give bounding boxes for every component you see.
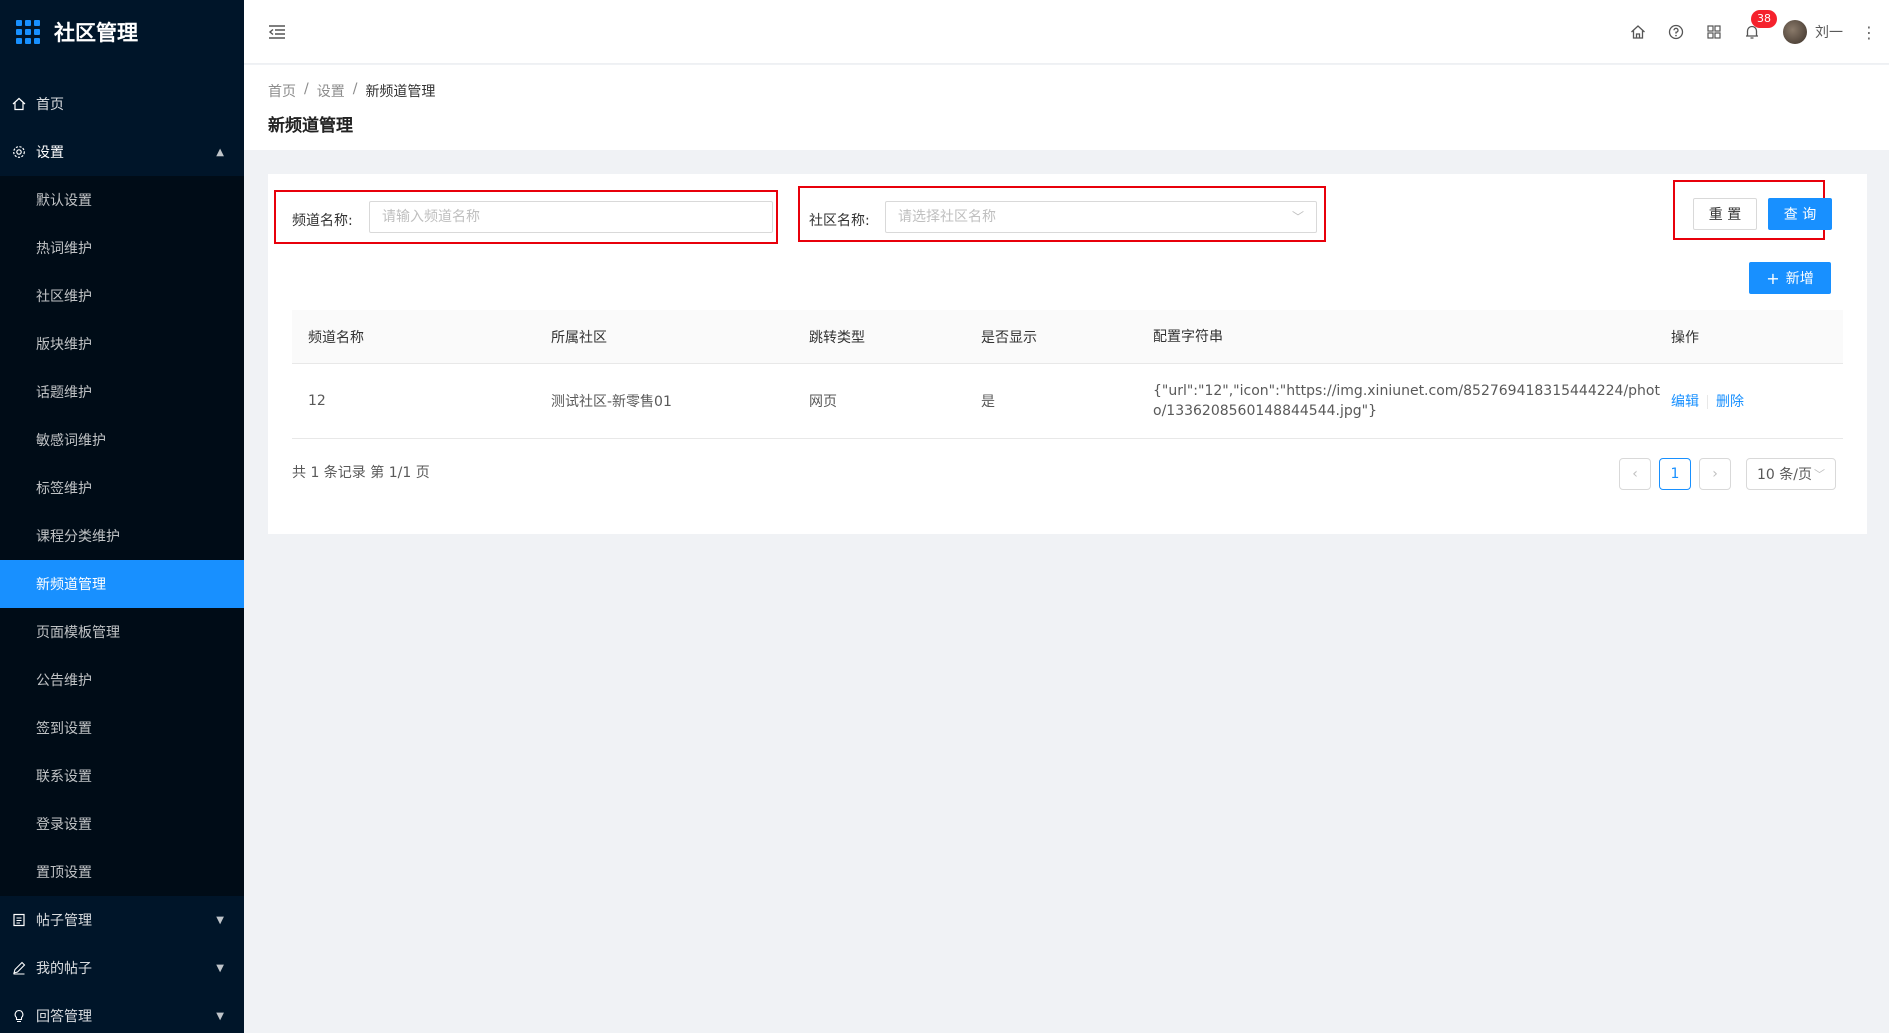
chevron-down-icon: ﹀ bbox=[1291, 210, 1304, 224]
sidebar-item-posts[interactable]: 帖子管理 ▼ bbox=[0, 896, 244, 944]
sidebar-item-community[interactable]: 社区维护 bbox=[0, 272, 244, 320]
community-select-placeholder: 请选择社区名称 bbox=[898, 209, 996, 225]
community-name-label: 社区名称: bbox=[809, 213, 870, 229]
pen-icon bbox=[12, 961, 26, 975]
cell-config: {"url":"12","icon":"https://img.xiniunet… bbox=[1153, 383, 1660, 419]
apps-grid-icon bbox=[16, 20, 40, 44]
gear-icon bbox=[12, 145, 26, 159]
chevron-down-icon: ﹀ bbox=[1813, 468, 1825, 481]
sidebar-item-settings[interactable]: 设置 ▲ bbox=[0, 128, 244, 176]
home-icon[interactable] bbox=[1619, 0, 1657, 64]
apps-icon[interactable] bbox=[1695, 0, 1733, 64]
column-header: 跳转类型 bbox=[809, 329, 865, 346]
home-icon bbox=[12, 97, 26, 111]
chevron-up-icon: ▲ bbox=[216, 146, 224, 158]
sidebar-item-course-category[interactable]: 课程分类维护 bbox=[0, 512, 244, 560]
bulb-icon bbox=[12, 1009, 26, 1023]
sidebar-item-section[interactable]: 版块维护 bbox=[0, 320, 244, 368]
sidebar-item-home[interactable]: 首页 bbox=[0, 80, 244, 128]
document-icon bbox=[12, 913, 26, 927]
breadcrumb-separator: / bbox=[352, 81, 358, 97]
sidebar-item-answers[interactable]: 回答管理 ▼ bbox=[0, 992, 244, 1033]
reset-button[interactable]: 重 置 bbox=[1693, 198, 1757, 230]
sidebar-item-sensitive-words[interactable]: 敏感词维护 bbox=[0, 416, 244, 464]
breadcrumb-current: 新频道管理 bbox=[365, 84, 436, 100]
page-title: 新频道管理 bbox=[268, 116, 353, 136]
table-row: 12 测试社区-新零售01 网页 是 {"url":"12","icon":"h… bbox=[292, 364, 1843, 439]
breadcrumb-separator: / bbox=[304, 81, 309, 97]
breadcrumb-settings[interactable]: 设置 bbox=[317, 81, 345, 101]
sidebar-item-page-template[interactable]: 页面模板管理 bbox=[0, 608, 244, 656]
page-number[interactable]: 1 bbox=[1659, 458, 1691, 490]
avatar bbox=[1783, 20, 1807, 44]
column-header: 是否显示 bbox=[981, 329, 1037, 346]
search-button[interactable]: 查 询 bbox=[1768, 198, 1832, 230]
page-size-value: 10 条/页 bbox=[1757, 467, 1812, 483]
channel-name-input[interactable]: 请输入频道名称 bbox=[369, 201, 773, 233]
user-menu[interactable]: 刘一 bbox=[1771, 20, 1857, 44]
cell-community: 测试社区-新零售01 bbox=[551, 394, 672, 410]
next-page-button[interactable]: › bbox=[1699, 458, 1731, 490]
more-vertical-icon[interactable]: ⋮ bbox=[1857, 23, 1881, 42]
channel-table: 频道名称 所属社区 跳转类型 是否显示 配置字符串 操作 12 测试社区-新零售… bbox=[292, 310, 1843, 439]
column-header: 频道名称 bbox=[308, 329, 364, 346]
plus-icon: + bbox=[1766, 268, 1780, 288]
delete-link[interactable]: 删除 bbox=[1716, 394, 1744, 410]
sidebar-item-new-channel[interactable]: 新频道管理 bbox=[0, 560, 244, 608]
sidebar-item-label: 首页 bbox=[36, 97, 64, 113]
content-card: 频道名称: 请输入频道名称 社区名称: 请选择社区名称 ﹀ 重 置 查 询 + … bbox=[268, 174, 1867, 534]
sidebar-item-my-posts[interactable]: 我的帖子 ▼ bbox=[0, 944, 244, 992]
column-header: 操作 bbox=[1671, 329, 1699, 346]
sidebar-item-topic[interactable]: 话题维护 bbox=[0, 368, 244, 416]
sidebar-item-label: 我的帖子 bbox=[36, 961, 92, 977]
breadcrumb-home[interactable]: 首页 bbox=[268, 81, 296, 101]
sidebar-item-label: 设置 bbox=[36, 145, 64, 161]
sidebar-item-label: 回答管理 bbox=[36, 1009, 92, 1025]
chevron-down-icon: ▼ bbox=[216, 962, 224, 974]
sidebar-item-announcement[interactable]: 公告维护 bbox=[0, 656, 244, 704]
settings-submenu: 默认设置 热词维护 社区维护 版块维护 话题维护 敏感词维护 标签维护 课程分类… bbox=[0, 176, 244, 896]
app-logo[interactable]: 社区管理 bbox=[0, 0, 244, 64]
page-size-select[interactable]: 10 条/页 ﹀ bbox=[1746, 458, 1836, 490]
add-button[interactable]: + 新增 bbox=[1749, 262, 1831, 294]
add-button-label: 新增 bbox=[1785, 271, 1814, 287]
divider bbox=[1707, 395, 1708, 409]
sidebar: 社区管理 首页 设置 ▲ 默认设置 热词维护 社区维护 版块维护 话题维护 敏感… bbox=[0, 0, 244, 1033]
column-header: 所属社区 bbox=[551, 329, 607, 346]
notification-badge: 38 bbox=[1751, 10, 1777, 28]
prev-page-button[interactable]: ‹ bbox=[1619, 458, 1651, 490]
top-header: 38 刘一 ⋮ bbox=[244, 0, 1889, 64]
chevron-down-icon: ▼ bbox=[216, 1010, 224, 1022]
sidebar-item-default-settings[interactable]: 默认设置 bbox=[0, 176, 244, 224]
sidebar-item-label: 帖子管理 bbox=[36, 913, 92, 929]
cell-visible: 是 bbox=[981, 394, 995, 410]
cell-channel-name: 12 bbox=[308, 393, 326, 409]
cell-jump-type: 网页 bbox=[809, 394, 837, 410]
channel-name-label: 频道名称: bbox=[292, 213, 353, 229]
column-header: 配置字符串 bbox=[1153, 328, 1223, 345]
pagination-summary: 共 1 条记录 第 1/1 页 bbox=[292, 465, 430, 481]
table-header: 频道名称 所属社区 跳转类型 是否显示 配置字符串 操作 bbox=[292, 310, 1843, 364]
notification-bell[interactable]: 38 bbox=[1733, 0, 1777, 64]
help-icon[interactable] bbox=[1657, 0, 1695, 64]
sidebar-item-login[interactable]: 登录设置 bbox=[0, 800, 244, 848]
sidebar-item-tags[interactable]: 标签维护 bbox=[0, 464, 244, 512]
app-title: 社区管理 bbox=[54, 21, 138, 45]
page-header: 首页 / 设置 / 新频道管理 新频道管理 bbox=[244, 65, 1889, 150]
sidebar-item-hot-words[interactable]: 热词维护 bbox=[0, 224, 244, 272]
sidebar-item-checkin[interactable]: 签到设置 bbox=[0, 704, 244, 752]
community-name-select[interactable]: 请选择社区名称 ﹀ bbox=[885, 201, 1317, 233]
sidebar-item-contact[interactable]: 联系设置 bbox=[0, 752, 244, 800]
cell-actions: 编辑 删除 bbox=[1671, 391, 1843, 411]
user-name: 刘一 bbox=[1815, 25, 1843, 41]
edit-link[interactable]: 编辑 bbox=[1671, 394, 1699, 410]
sidebar-item-pin-top[interactable]: 置顶设置 bbox=[0, 848, 244, 896]
chevron-down-icon: ▼ bbox=[216, 914, 224, 926]
menu-fold-icon[interactable] bbox=[268, 23, 286, 41]
breadcrumb: 首页 / 设置 / 新频道管理 bbox=[268, 81, 1865, 101]
